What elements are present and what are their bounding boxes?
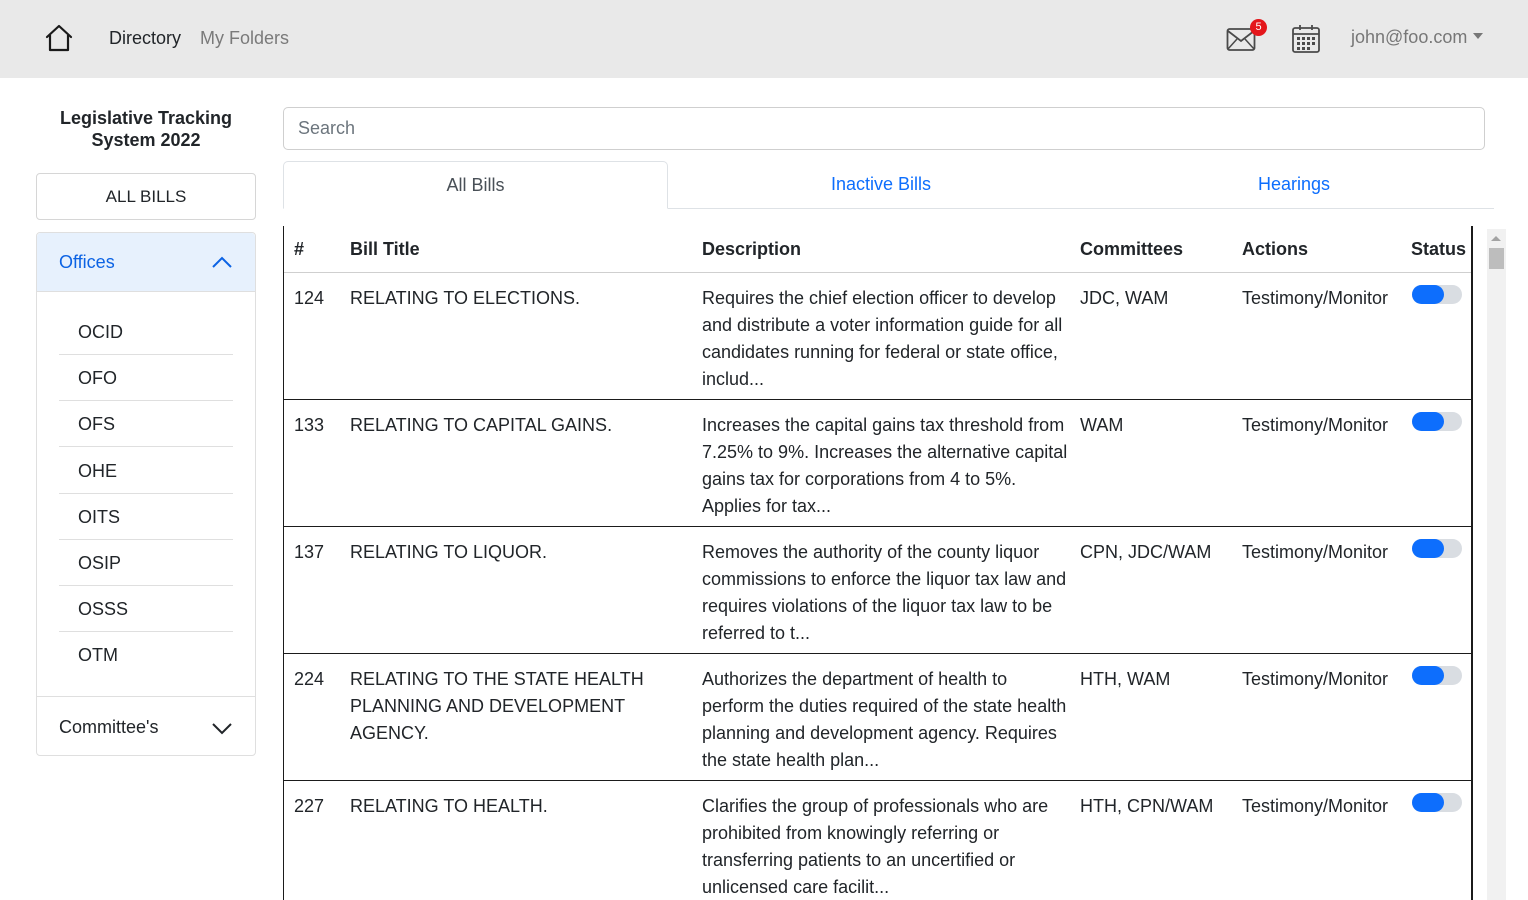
office-item-ofo[interactable]: OFO bbox=[59, 355, 233, 401]
toggle-knob bbox=[1412, 285, 1444, 304]
table-scrollbar[interactable] bbox=[1487, 229, 1506, 900]
bill-committees: CPN, JDC/WAM bbox=[1080, 542, 1212, 562]
bill-title: RELATING TO ELECTIONS. bbox=[350, 288, 581, 308]
toggle-knob bbox=[1412, 412, 1444, 431]
column-header-committees: Committees bbox=[1080, 239, 1184, 259]
table-row[interactable]: 133 RELATING TO CAPITAL GAINS. Increases… bbox=[284, 400, 1471, 527]
bill-description: Increases the capital gains tax threshol… bbox=[702, 415, 1068, 516]
column-header-description: Description bbox=[702, 239, 802, 259]
bill-title: RELATING TO CAPITAL GAINS. bbox=[350, 415, 613, 435]
calendar-icon[interactable] bbox=[1291, 24, 1321, 54]
office-item-ofs[interactable]: OFS bbox=[59, 401, 233, 447]
bill-actions: Testimony/Monitor bbox=[1242, 542, 1389, 562]
bill-number: 137 bbox=[294, 542, 325, 562]
status-toggle[interactable] bbox=[1412, 793, 1462, 812]
office-item-label: OITS bbox=[78, 507, 121, 527]
office-item-oits[interactable]: OITS bbox=[59, 494, 233, 540]
status-toggle[interactable] bbox=[1412, 666, 1462, 685]
user-email: john@foo.com bbox=[1351, 27, 1468, 47]
office-item-label: OTM bbox=[78, 645, 118, 665]
table-header-edge bbox=[283, 226, 284, 273]
column-header-actions: Actions bbox=[1242, 239, 1309, 259]
bill-title: RELATING TO LIQUOR. bbox=[350, 542, 548, 562]
bill-committees: JDC, WAM bbox=[1080, 288, 1169, 308]
scrollbar-thumb[interactable] bbox=[1489, 248, 1504, 269]
caret-down-icon bbox=[1473, 33, 1484, 39]
office-item-otm[interactable]: OTM bbox=[59, 632, 233, 678]
office-item-osss[interactable]: OSSS bbox=[59, 586, 233, 632]
office-item-ocid[interactable]: OCID bbox=[59, 309, 233, 355]
column-header-number: # bbox=[294, 239, 305, 259]
tab-inactive-bills[interactable]: Inactive Bills bbox=[668, 161, 1094, 209]
toggle-knob bbox=[1412, 793, 1444, 812]
bill-title: RELATING TO HEALTH. bbox=[350, 796, 548, 816]
bill-actions: Testimony/Monitor bbox=[1242, 288, 1389, 308]
bill-actions: Testimony/Monitor bbox=[1242, 796, 1389, 816]
system-title: Legislative Tracking System 2022 bbox=[59, 108, 233, 150]
status-toggle[interactable] bbox=[1412, 412, 1462, 431]
toggle-knob bbox=[1412, 539, 1444, 558]
bill-actions: Testimony/Monitor bbox=[1242, 669, 1389, 689]
committees-header-label: Committee's bbox=[59, 717, 159, 737]
status-toggle[interactable] bbox=[1412, 285, 1462, 304]
search-input[interactable] bbox=[283, 107, 1485, 150]
bill-number: 124 bbox=[294, 288, 325, 308]
table-row[interactable]: 137 RELATING TO LIQUOR. Removes the auth… bbox=[284, 527, 1471, 654]
tab-hearings[interactable]: Hearings bbox=[1094, 161, 1494, 209]
office-item-label: OFO bbox=[78, 368, 117, 388]
column-header-bill-title: Bill Title bbox=[350, 239, 420, 259]
office-item-label: OSIP bbox=[78, 553, 122, 573]
bill-number: 224 bbox=[294, 669, 325, 689]
bill-description: Authorizes the department of health to p… bbox=[702, 669, 1067, 770]
top-navbar: Directory My Folders 5 john@foo.com bbox=[0, 0, 1528, 78]
bill-description: Removes the authority of the county liqu… bbox=[702, 542, 1067, 643]
status-toggle[interactable] bbox=[1412, 539, 1462, 558]
committees-accordion-header[interactable]: Committee's bbox=[37, 696, 255, 755]
table-row[interactable]: 124 RELATING TO ELECTIONS. Requires the … bbox=[284, 273, 1471, 400]
bill-description: Requires the chief election officer to d… bbox=[702, 288, 1063, 389]
offices-header-label: Offices bbox=[59, 252, 115, 272]
toggle-knob bbox=[1412, 666, 1444, 685]
office-item-label: OFS bbox=[78, 414, 116, 434]
notification-badge: 5 bbox=[1250, 19, 1267, 36]
column-header-status: Status bbox=[1411, 239, 1467, 259]
user-menu-dropdown[interactable]: john@foo.com bbox=[1351, 26, 1484, 48]
bill-actions: Testimony/Monitor bbox=[1242, 415, 1389, 435]
office-item-label: OSSS bbox=[78, 599, 129, 619]
bill-description: Clarifies the group of professionals who… bbox=[702, 796, 1049, 897]
nav-directory-link[interactable]: Directory bbox=[109, 27, 181, 49]
table-row[interactable]: 227 RELATING TO HEALTH. Clarifies the gr… bbox=[284, 781, 1471, 900]
filter-accordion: Offices OCID OFO OFS OHE OITS OSIP OSSS … bbox=[36, 232, 256, 756]
home-icon[interactable] bbox=[44, 24, 74, 52]
table-header-edge bbox=[1471, 226, 1473, 273]
bill-title: RELATING TO THE STATE HEALTH PLANNING AN… bbox=[350, 669, 644, 743]
chevron-down-icon bbox=[212, 723, 232, 735]
office-item-label: OCID bbox=[78, 322, 123, 342]
scroll-up-arrow-icon[interactable] bbox=[1491, 236, 1501, 241]
nav-my-folders-link[interactable]: My Folders bbox=[200, 27, 289, 49]
office-item-label: OHE bbox=[78, 461, 118, 481]
bill-committees: HTH, WAM bbox=[1080, 669, 1171, 689]
table-row[interactable]: 224 RELATING TO THE STATE HEALTH PLANNIN… bbox=[284, 654, 1471, 781]
tab-all-bills[interactable]: All Bills bbox=[283, 161, 668, 209]
bill-number: 227 bbox=[294, 796, 325, 816]
bill-number: 133 bbox=[294, 415, 325, 435]
chevron-up-icon bbox=[212, 256, 232, 268]
office-item-osip[interactable]: OSIP bbox=[59, 540, 233, 586]
bill-committees: HTH, CPN/WAM bbox=[1080, 796, 1214, 816]
offices-accordion-header[interactable]: Offices bbox=[37, 233, 255, 292]
bill-committees: WAM bbox=[1080, 415, 1124, 435]
office-item-ohe[interactable]: OHE bbox=[59, 448, 233, 494]
bills-table: # Bill Title Description Committees Acti… bbox=[283, 226, 1473, 900]
all-bills-button[interactable]: ALL BILLS bbox=[36, 173, 256, 220]
